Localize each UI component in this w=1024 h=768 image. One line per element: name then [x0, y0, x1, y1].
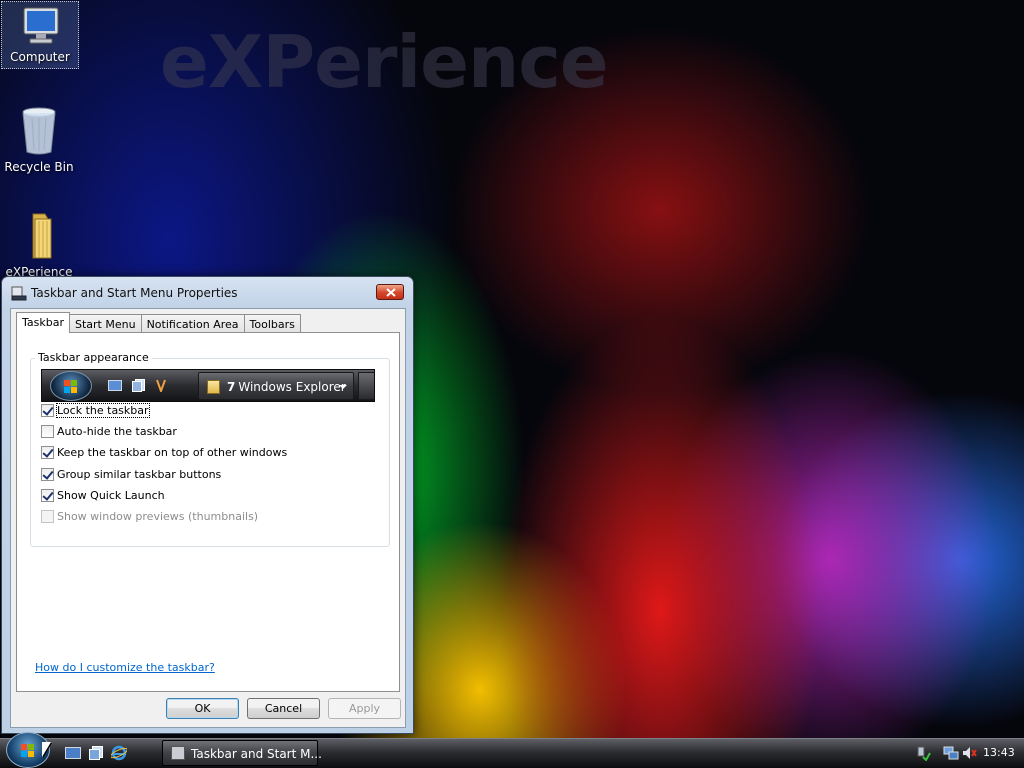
taskbar-properties-icon	[11, 285, 27, 301]
recycle-bin-icon	[15, 106, 63, 156]
close-button[interactable]	[376, 284, 404, 300]
checkbox-label: Show Quick Launch	[57, 488, 165, 502]
desktop-icon-recycle-bin[interactable]: Recycle Bin	[0, 106, 78, 174]
internet-explorer-icon[interactable]	[110, 745, 128, 761]
lock-taskbar-checkbox[interactable]: Lock the taskbar	[41, 402, 150, 418]
taskbar	[0, 738, 1024, 768]
checkbox-box[interactable]	[41, 403, 54, 417]
folder-icon	[207, 380, 220, 394]
checkbox-box[interactable]	[41, 467, 54, 481]
taskbar-button-label: Taskbar and Start M...	[191, 747, 322, 761]
checkbox-box	[41, 509, 54, 523]
tab-strip: Taskbar Start Menu Notification Area Too…	[16, 312, 301, 333]
preview-task-label: Windows Explorer	[238, 380, 346, 394]
tab-taskbar[interactable]: Taskbar	[16, 312, 70, 333]
desktop-icon-label: Computer	[10, 50, 70, 64]
dropdown-arrow-icon	[339, 385, 347, 389]
start-orb-preview	[50, 371, 92, 401]
clock[interactable]: 13:43	[983, 746, 1015, 759]
taskbar-preview: 7 Windows Explorer	[41, 369, 375, 402]
taskbar-properties-icon	[171, 746, 185, 760]
dialog-client: Taskbar Start Menu Notification Area Too…	[10, 308, 406, 728]
taskbar-button-properties[interactable]: Taskbar and Start M...	[162, 740, 322, 766]
taskbar-tab-page: Taskbar appearance 7 Windows Explorer Lo…	[16, 332, 400, 692]
taskbar-properties-dialog: Taskbar and Start Menu Properties Taskba…	[1, 276, 414, 734]
ok-button[interactable]: OK	[166, 698, 239, 719]
windows-flag-icon	[21, 744, 35, 757]
media-player-icon	[154, 379, 168, 394]
help-link[interactable]: How do I customize the taskbar?	[35, 661, 215, 674]
mouse-cursor	[42, 742, 51, 757]
tab-notification-area[interactable]: Notification Area	[140, 314, 245, 333]
desktop-watermark: eXPerience	[160, 20, 609, 104]
volume-muted-icon[interactable]	[961, 745, 977, 761]
network-icon[interactable]	[943, 745, 959, 761]
desktop-icon-experience[interactable]: eXPerience	[0, 211, 78, 279]
preview-task-button-partial	[358, 372, 374, 400]
checkbox-label: Show window previews (thumbnails)	[57, 509, 259, 523]
checkbox-label: Auto-hide the taskbar	[57, 424, 177, 438]
show-quick-launch-checkbox[interactable]: Show Quick Launch	[41, 487, 165, 503]
checkbox-box[interactable]	[41, 445, 54, 459]
windows-flag-icon	[64, 380, 78, 393]
switch-windows-icon[interactable]	[88, 745, 104, 761]
desktop-icon-label: Recycle Bin	[4, 160, 74, 174]
checkbox-box[interactable]	[41, 488, 54, 502]
show-desktop-icon	[108, 379, 122, 392]
dialog-titlebar[interactable]: Taskbar and Start Menu Properties	[2, 277, 413, 307]
keep-on-top-checkbox[interactable]: Keep the taskbar on top of other windows	[41, 444, 287, 460]
show-previews-checkbox: Show window previews (thumbnails)	[41, 508, 258, 524]
cancel-button[interactable]: Cancel	[247, 698, 320, 719]
desktop-icon-computer[interactable]: Computer	[1, 1, 79, 69]
safely-remove-icon[interactable]	[915, 745, 931, 762]
tab-start-menu[interactable]: Start Menu	[69, 314, 142, 333]
checkbox-label: Lock the taskbar	[56, 402, 150, 418]
tab-toolbars[interactable]: Toolbars	[243, 314, 301, 333]
switch-windows-icon	[132, 379, 146, 392]
show-desktop-icon[interactable]	[65, 745, 81, 761]
checkbox-label: Group similar taskbar buttons	[57, 467, 222, 481]
group-similar-checkbox[interactable]: Group similar taskbar buttons	[41, 466, 221, 482]
checkbox-box[interactable]	[41, 424, 54, 438]
computer-icon	[16, 6, 64, 46]
auto-hide-checkbox[interactable]: Auto-hide the taskbar	[41, 423, 177, 439]
folder-icon	[15, 211, 63, 261]
taskbar-appearance-group: Taskbar appearance 7 Windows Explorer Lo…	[30, 351, 390, 547]
apply-button: Apply	[328, 698, 401, 719]
close-icon	[386, 288, 396, 297]
preview-task-button: 7 Windows Explorer	[198, 372, 354, 400]
checkbox-label: Keep the taskbar on top of other windows	[57, 445, 288, 459]
dialog-title: Taskbar and Start Menu Properties	[31, 286, 238, 300]
group-label: Taskbar appearance	[35, 351, 152, 364]
preview-task-count: 7	[227, 380, 236, 394]
